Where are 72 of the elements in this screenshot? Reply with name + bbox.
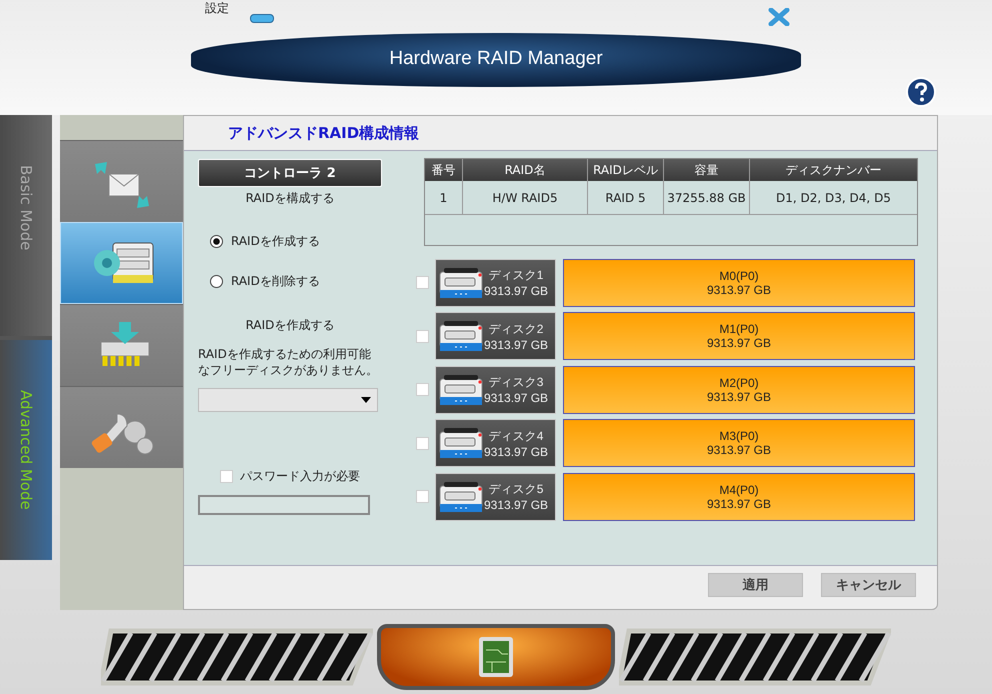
member-size: 9313.97 GB [706, 282, 772, 297]
minimize-button[interactable] [250, 14, 274, 23]
column-header: RAIDレベル [588, 159, 664, 181]
panel-title: アドバンスドRAID構成情報 [227, 123, 420, 144]
table-cell: 1 [425, 181, 463, 214]
disk-card[interactable]: ディスク1 9313.97 GB [435, 258, 556, 307]
checkbox[interactable] [220, 470, 233, 483]
message-text: RAIDを作成するための利用可能なフリーディスクがありません。 [198, 346, 379, 378]
hard-drive-icon [438, 426, 484, 460]
disk-size: 9313.97 GB [484, 444, 548, 459]
disk-name: ディスク2 [488, 320, 544, 338]
member-name: M2(P0) [719, 376, 759, 390]
dropdown-arrow-icon [361, 397, 371, 403]
column-header: 容量 [664, 159, 750, 181]
member-size: 9313.97 GB [706, 496, 772, 511]
column-header: 番号 [425, 159, 463, 181]
table-cell: RAID 5 [588, 181, 664, 214]
table-cell: 37255.88 GB [664, 181, 750, 214]
controller-label: コントローラ 2 [198, 159, 382, 187]
hard-drive-icon [438, 372, 484, 407]
checkbox[interactable] [416, 383, 429, 396]
nav-tab[interactable] [60, 140, 183, 222]
password-field[interactable] [198, 495, 370, 515]
window-title: Hardware RAID Manager [191, 33, 801, 87]
hard-drive-icon [438, 266, 484, 300]
disk-card[interactable]: ディスク4 9313.97 GB [435, 419, 556, 468]
member-size: 9313.97 GB [706, 336, 772, 350]
disk-name: ディスク3 [488, 374, 544, 392]
column-header: RAID名 [463, 159, 588, 181]
close-button[interactable] [768, 8, 790, 26]
radio-label: RAIDを作成する [231, 232, 320, 250]
member-size: 9313.97 GB [706, 443, 772, 458]
member-name: M1(P0) [719, 322, 759, 336]
hard-drive-icon [438, 319, 484, 354]
checkbox[interactable] [416, 490, 429, 504]
nav-tab[interactable] [60, 386, 183, 468]
disk-name: ディスク4 [488, 428, 544, 445]
hard-drive-icon [438, 480, 484, 514]
member-name: M0(P0) [719, 268, 759, 283]
mode-tab[interactable]: Advanced Mode [0, 340, 52, 560]
table-cell-text: D1, D2, D3, D4, D5 [775, 190, 892, 206]
member-name: M3(P0) [719, 429, 759, 444]
disk-size: 9313.97 GB [484, 284, 548, 298]
help-icon [906, 77, 936, 107]
disk-size: 9313.97 GB [484, 498, 548, 512]
nav-tab[interactable] [60, 304, 183, 386]
table-cell: H/W RAID5 [463, 181, 588, 214]
disk-name: ディスク5 [488, 481, 544, 498]
disk-card[interactable]: ディスク2 9313.97 GB [435, 312, 556, 360]
circuit-board-icon [478, 636, 514, 678]
section-heading: RAIDを作成する [244, 317, 336, 334]
dropdown[interactable] [198, 388, 378, 412]
action-button[interactable]: 適用 [708, 573, 803, 597]
disk-name: ディスク1 [488, 267, 544, 284]
disk-size: 9313.97 GB [484, 391, 548, 406]
radio-button[interactable] [210, 274, 223, 288]
disk-size: 9313.97 GB [484, 338, 548, 352]
section-label: RAIDを構成する [244, 190, 336, 207]
action-button[interactable]: キャンセル [821, 573, 916, 597]
member-size: 9313.97 GB [706, 390, 772, 404]
checkbox-label: パスワード入力が必要 [240, 468, 360, 485]
column-header: ディスクナンバー [784, 162, 882, 178]
radio-button[interactable] [210, 234, 223, 248]
disk-card[interactable]: ディスク5 9313.97 GB [435, 472, 556, 521]
disk-card[interactable]: ディスク3 9313.97 GB [435, 366, 556, 414]
checkbox[interactable] [416, 276, 429, 290]
checkbox[interactable] [416, 436, 429, 450]
close-icon [768, 8, 790, 26]
member-name: M4(P0) [719, 482, 759, 497]
radio-label: RAIDを削除する [231, 272, 320, 290]
background-text: 設定 [205, 1, 229, 15]
checkbox[interactable] [416, 330, 429, 343]
